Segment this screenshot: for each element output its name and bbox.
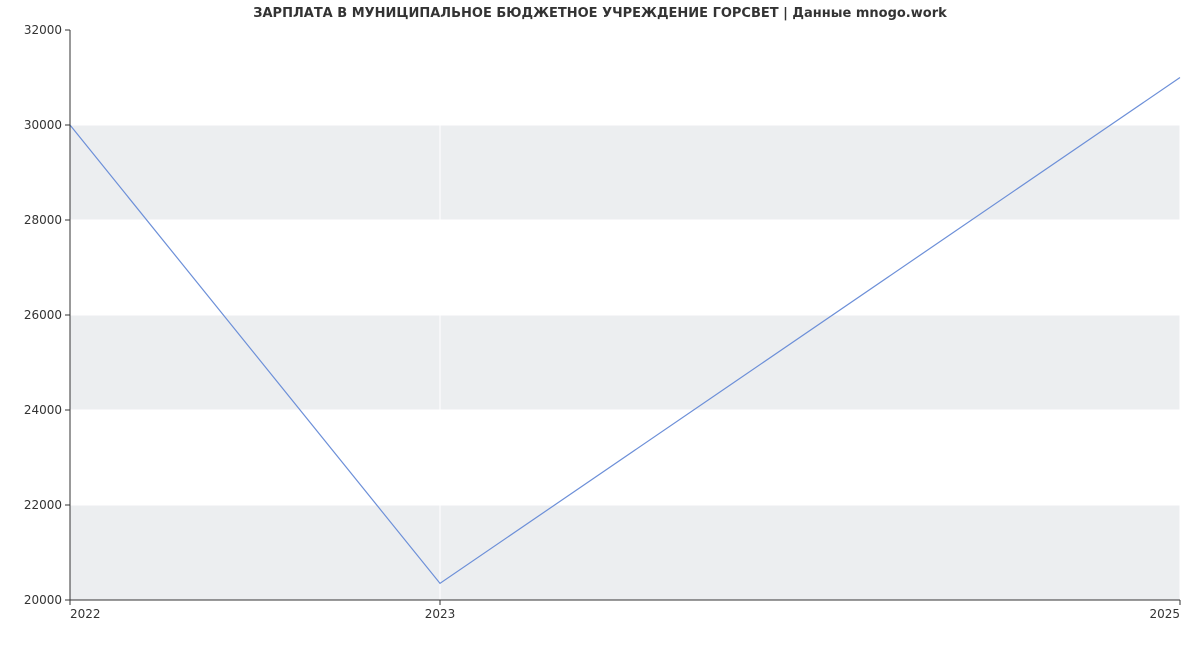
- chart-container: ЗАРПЛАТА В МУНИЦИПАЛЬНОЕ БЮДЖЕТНОЕ УЧРЕЖ…: [0, 0, 1200, 650]
- y-tick-label: 32000: [24, 23, 62, 37]
- y-tick-label: 22000: [24, 498, 62, 512]
- x-tick-label: 2022: [70, 607, 101, 621]
- grid-band: [70, 315, 1180, 410]
- y-tick-label: 20000: [24, 593, 62, 607]
- chart-title: ЗАРПЛАТА В МУНИЦИПАЛЬНОЕ БЮДЖЕТНОЕ УЧРЕЖ…: [0, 6, 1200, 21]
- x-tick-label: 2025: [1149, 607, 1180, 621]
- chart-svg: 20000 22000 24000 26000 28000 30000 32000 2022 2…: [0, 0, 1200, 650]
- y-tick-label: 30000: [24, 118, 62, 132]
- grid-band: [70, 125, 1180, 220]
- y-tick-label: 24000: [24, 403, 62, 417]
- grid-band: [70, 505, 1180, 600]
- y-tick-label: 28000: [24, 213, 62, 227]
- x-tick-label: 2023: [425, 607, 456, 621]
- y-tick-label: 26000: [24, 308, 62, 322]
